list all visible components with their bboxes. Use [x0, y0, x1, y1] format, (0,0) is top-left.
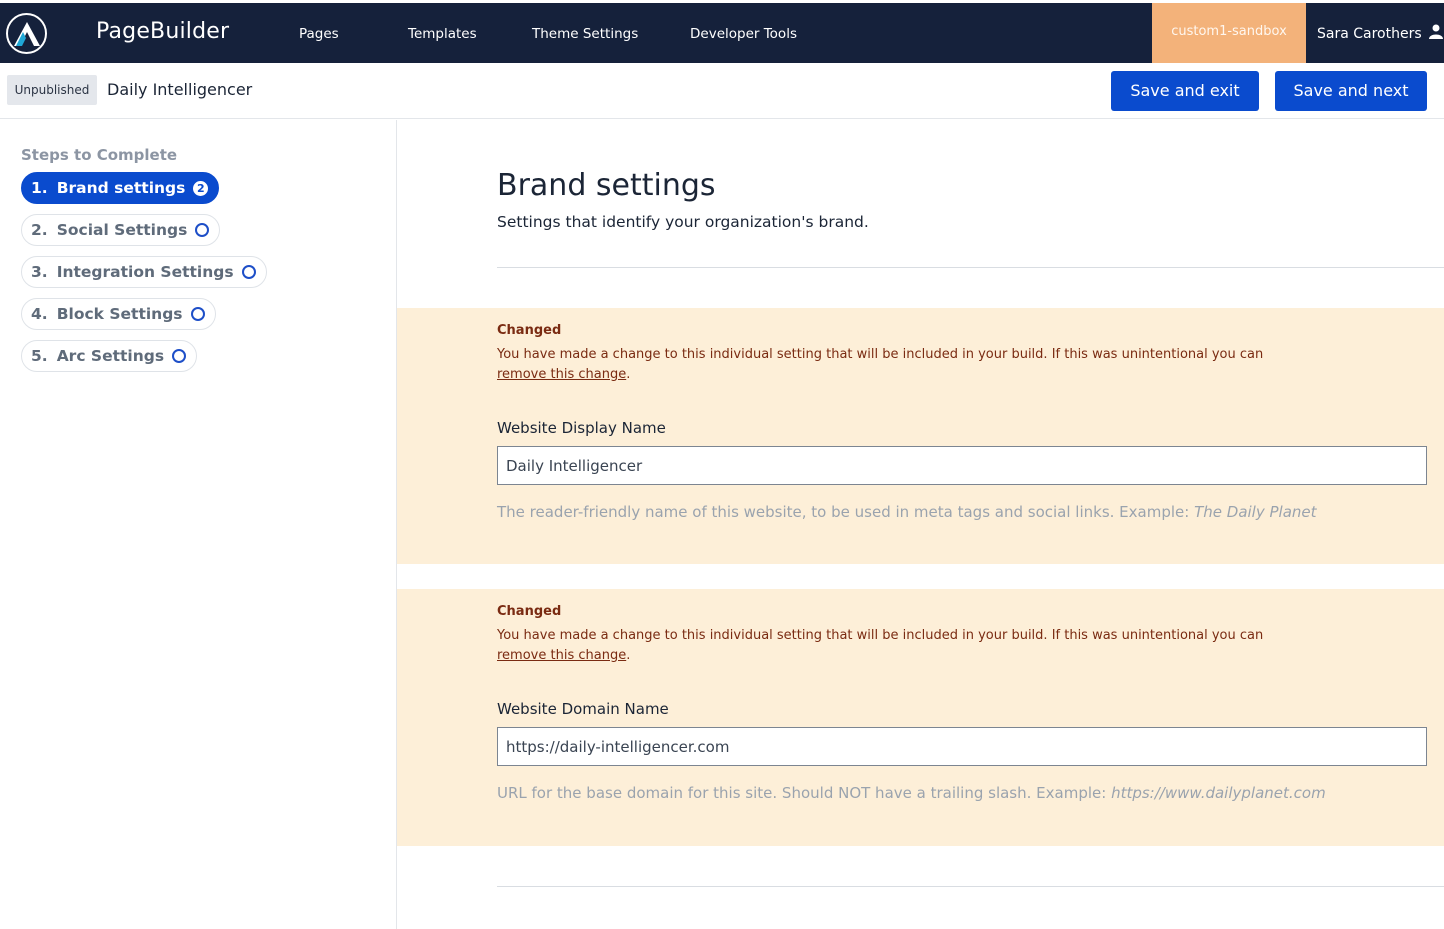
step-number: 2. [31, 221, 48, 239]
divider [497, 267, 1444, 268]
incomplete-circle-icon [241, 265, 256, 279]
step-integration-settings[interactable]: 3. Integration Settings [21, 256, 267, 288]
help-text: URL for the base domain for this site. S… [497, 784, 1326, 802]
field-label: Website Domain Name [497, 700, 669, 718]
message-period: . [626, 648, 631, 663]
step-arc-settings[interactable]: 5. Arc Settings [21, 340, 198, 372]
nav-theme-settings[interactable]: Theme Settings [532, 26, 638, 42]
step-block-settings[interactable]: 4. Block Settings [21, 298, 216, 330]
changed-message: You have made a change to this individua… [497, 345, 1297, 385]
step-brand-settings[interactable]: 1. Brand settings 2 [21, 172, 220, 204]
nav-pages[interactable]: Pages [299, 26, 339, 42]
environment-badge[interactable]: custom1-sandbox [1152, 3, 1306, 63]
changed-message-text: You have made a change to this individua… [497, 347, 1264, 362]
setting-domain-name: Changed You have made a change to this i… [397, 589, 1444, 846]
arc-logo-icon[interactable] [6, 13, 47, 54]
remove-change-link[interactable]: remove this change [497, 367, 626, 382]
help-text-body: The reader-friendly name of this website… [497, 503, 1190, 521]
divider [497, 886, 1444, 887]
remove-change-link[interactable]: remove this change [497, 648, 626, 663]
user-name: Sara Carothers [1317, 25, 1422, 42]
status-badge: Unpublished [7, 75, 97, 105]
save-and-next-button[interactable]: Save and next [1275, 71, 1427, 111]
setting-display-name: Changed You have made a change to this i… [397, 308, 1444, 564]
changed-label: Changed [497, 604, 562, 619]
changed-message: You have made a change to this individua… [497, 626, 1297, 666]
step-number: 3. [31, 263, 48, 281]
save-and-exit-button[interactable]: Save and exit [1111, 71, 1259, 111]
incomplete-circle-icon [172, 349, 187, 363]
steps-sidebar: Steps to Complete 1. Brand settings 2 2.… [0, 120, 397, 929]
website-domain-name-input[interactable] [497, 727, 1427, 766]
step-label: Social Settings [56, 221, 188, 239]
step-label: Integration Settings [56, 263, 234, 281]
help-text-body: URL for the base domain for this site. S… [497, 784, 1107, 802]
user-icon [1428, 24, 1443, 43]
step-social-settings[interactable]: 2. Social Settings [21, 214, 221, 246]
page-title: Brand settings [497, 168, 716, 203]
step-label: Arc Settings [56, 347, 165, 365]
step-number: 5. [31, 347, 48, 365]
message-period: . [626, 367, 631, 382]
step-label: Brand settings [56, 179, 186, 197]
site-title: Daily Intelligencer [107, 80, 253, 99]
page-subtitle: Settings that identify your organization… [497, 213, 869, 231]
main-content: Brand settings Settings that identify yo… [397, 120, 1444, 929]
help-example: The Daily Planet [1194, 503, 1317, 521]
changed-label: Changed [497, 323, 562, 338]
incomplete-circle-icon [195, 223, 210, 237]
changed-message-text: You have made a change to this individua… [497, 628, 1264, 643]
step-number: 1. [31, 179, 48, 197]
incomplete-circle-icon [190, 307, 205, 321]
app-brand[interactable]: PageBuilder [96, 19, 229, 44]
help-example: https://www.dailyplanet.com [1111, 784, 1326, 802]
nav-developer-tools[interactable]: Developer Tools [690, 26, 797, 42]
user-menu[interactable]: Sara Carothers [1317, 24, 1443, 43]
step-number: 4. [31, 305, 48, 323]
website-display-name-input[interactable] [497, 446, 1427, 485]
help-text: The reader-friendly name of this website… [497, 503, 1317, 521]
top-nav: PageBuilder Pages Templates Theme Settin… [0, 3, 1444, 63]
nav-templates[interactable]: Templates [408, 26, 477, 42]
field-label: Website Display Name [497, 419, 666, 437]
step-label: Block Settings [56, 305, 183, 323]
steps-title: Steps to Complete [21, 146, 178, 164]
step-count-badge: 2 [193, 180, 209, 196]
page-header: Unpublished Daily Intelligencer Save and… [0, 63, 1444, 119]
